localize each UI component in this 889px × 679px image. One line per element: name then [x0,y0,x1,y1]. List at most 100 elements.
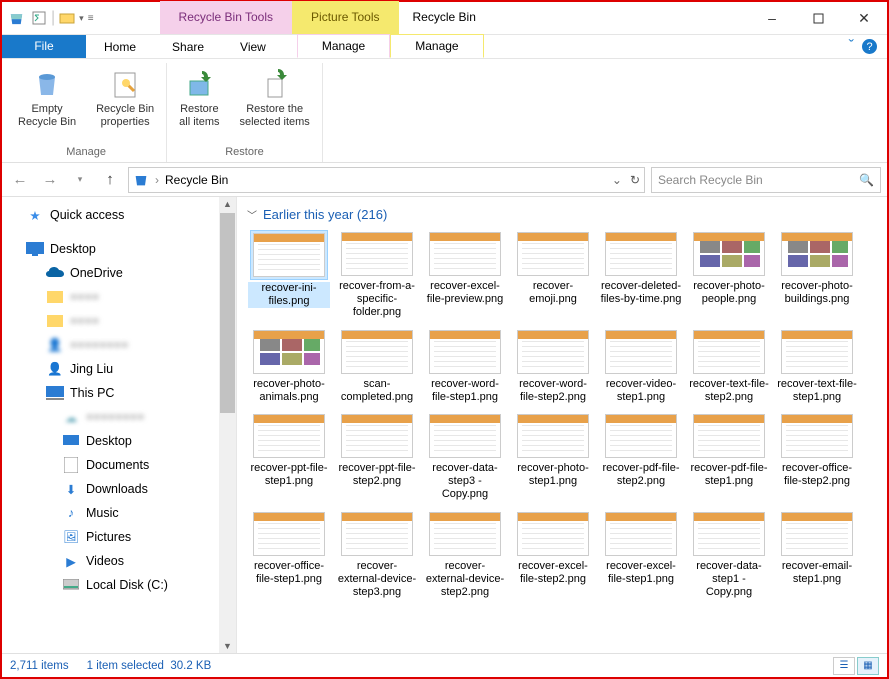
restore-selected-items-button[interactable]: Restore the selected items [236,65,314,130]
tab-file[interactable]: File [2,35,86,58]
tab-manage-picture[interactable]: Manage [390,34,483,58]
help-icon[interactable]: ? [862,39,877,54]
file-item[interactable]: recover-pdf-file-step2.png [599,412,683,502]
view-details-button[interactable]: ☰ [833,657,855,675]
file-item[interactable]: recover-data-step3 - Copy.png [423,412,507,502]
file-item[interactable]: recover-pdf-file-step1.png [687,412,771,502]
navigation-pane[interactable]: ★ Quick access Desktop OneDrive ==== ===… [2,197,237,653]
file-name: recover-excel-file-step1.png [600,560,682,586]
context-tab-recycle-bin-tools[interactable]: Recycle Bin Tools [160,1,293,34]
view-thumbnails-button[interactable]: ▦ [857,657,879,675]
chevron-down-icon[interactable]: ﹀ [247,207,257,222]
breadcrumb-separator-icon[interactable]: › [155,173,159,187]
restore-all-items-button[interactable]: Restore all items [175,65,223,130]
file-item[interactable]: recover-text-file-step2.png [687,328,771,404]
tab-share[interactable]: Share [154,35,222,58]
file-item[interactable]: recover-excel-file-preview.png [423,230,507,320]
scroll-down-icon[interactable]: ▼ [221,639,234,653]
recent-locations-button[interactable]: ▾ [68,168,92,192]
file-item[interactable]: recover-emoji.png [511,230,595,320]
status-bar: 2,711 items 1 item selected 30.2 KB ☰ ▦ [2,653,887,677]
forward-button[interactable]: → [38,168,62,192]
qat-new-folder-icon[interactable] [59,10,75,26]
qat-divider: | [51,9,55,27]
content-pane[interactable]: ﹀ Earlier this year (216) recover-ini-fi… [237,197,887,653]
tab-view[interactable]: View [222,35,284,58]
search-input[interactable]: Search Recycle Bin 🔍 [651,167,881,193]
tab-manage-recycle[interactable]: Manage [297,34,390,58]
file-item[interactable]: recover-office-file-step1.png [247,510,331,600]
minimize-button[interactable]: – [749,2,795,34]
recycle-bin-properties-button[interactable]: Recycle Bin properties [92,65,158,130]
address-dropdown-icon[interactable]: ⌄ [612,173,622,187]
file-thumbnail [429,414,501,458]
nav-folder-b[interactable]: ==== [2,309,236,333]
nav-quick-access[interactable]: ★ Quick access [2,203,236,227]
close-button[interactable]: ✕ [841,2,887,34]
file-item[interactable]: recover-text-file-step1.png [775,328,859,404]
file-item[interactable]: recover-external-device-step2.png [423,510,507,600]
file-item[interactable]: recover-ppt-file-step1.png [247,412,331,502]
search-placeholder: Search Recycle Bin [658,173,763,187]
qat-dropdown-icon[interactable]: ▾ [79,13,84,24]
scroll-up-icon[interactable]: ▲ [221,197,234,211]
file-grid: recover-ini-files.pngrecover-from-a-spec… [237,228,887,605]
tab-home[interactable]: Home [86,35,154,58]
file-item[interactable]: recover-external-device-step3.png [335,510,419,600]
group-header[interactable]: ﹀ Earlier this year (216) [237,197,887,228]
file-item[interactable]: scan-completed.png [335,328,419,404]
back-button[interactable]: ← [8,168,32,192]
ribbon-collapse-icon[interactable]: ˇ [849,38,854,56]
empty-recycle-bin-button[interactable]: Empty Recycle Bin [14,65,80,130]
qat-overflow-icon[interactable]: ≡ [88,13,94,24]
file-item[interactable]: recover-email-step1.png [775,510,859,600]
scrollbar-thumb[interactable] [220,213,235,413]
nav-onedrive[interactable]: OneDrive [2,261,236,285]
file-item[interactable]: recover-from-a-specific-folder.png [335,230,419,320]
nav-local-disk-c[interactable]: Local Disk (C:) [2,573,236,597]
file-item[interactable]: recover-data-step1 - Copy.png [687,510,771,600]
file-item[interactable]: recover-word-file-step1.png [423,328,507,404]
file-thumbnail [517,512,589,556]
nav-music[interactable]: ♪Music [2,501,236,525]
file-name: recover-office-file-step1.png [248,560,330,586]
file-item[interactable]: recover-excel-file-step1.png [599,510,683,600]
file-item[interactable]: recover-deleted-files-by-time.png [599,230,683,320]
qat-properties-icon[interactable] [31,10,47,26]
file-thumbnail [341,414,413,458]
file-item[interactable]: recover-photo-animals.png [247,328,331,404]
navpane-scrollbar[interactable]: ▲ ▼ [219,197,236,653]
file-name: recover-pdf-file-step1.png [688,462,770,488]
file-item[interactable]: recover-office-file-step2.png [775,412,859,502]
nav-downloads[interactable]: ⬇Downloads [2,477,236,501]
file-item[interactable]: recover-photo-people.png [687,230,771,320]
file-name: recover-data-step1 - Copy.png [688,560,770,600]
nav-user-jing[interactable]: 👤Jing Liu [2,357,236,381]
context-tab-picture-tools[interactable]: Picture Tools [292,1,398,34]
file-item[interactable]: recover-ini-files.png [247,230,331,320]
nav-desktop-2[interactable]: Desktop [2,429,236,453]
nav-desktop[interactable]: Desktop [2,237,236,261]
file-item[interactable]: recover-video-step1.png [599,328,683,404]
refresh-button[interactable]: ↻ [630,173,640,187]
breadcrumb-location[interactable]: Recycle Bin [165,173,228,187]
file-item[interactable]: recover-photo-buildings.png [775,230,859,320]
file-item[interactable]: recover-ppt-file-step2.png [335,412,419,502]
file-thumbnail [253,330,325,374]
nav-pictures[interactable]: 🖼Pictures [2,525,236,549]
file-item[interactable]: recover-word-file-step2.png [511,328,595,404]
up-button[interactable]: ↑ [98,168,122,192]
nav-documents[interactable]: Documents [2,453,236,477]
nav-folder-a[interactable]: ==== [2,285,236,309]
file-item[interactable]: recover-photo-step1.png [511,412,595,502]
maximize-button[interactable] [795,2,841,34]
videos-icon: ▶ [62,553,80,569]
nav-user-a[interactable]: 👤======== [2,333,236,357]
address-bar[interactable]: › Recycle Bin ⌄ ↻ [128,167,645,193]
file-item[interactable]: recover-excel-file-step2.png [511,510,595,600]
nav-this-pc[interactable]: This PC [2,381,236,405]
recycle-bin-icon [8,10,25,27]
nav-videos[interactable]: ▶Videos [2,549,236,573]
nav-folder-d[interactable]: ☁======== [2,405,236,429]
file-thumbnail [341,232,413,276]
